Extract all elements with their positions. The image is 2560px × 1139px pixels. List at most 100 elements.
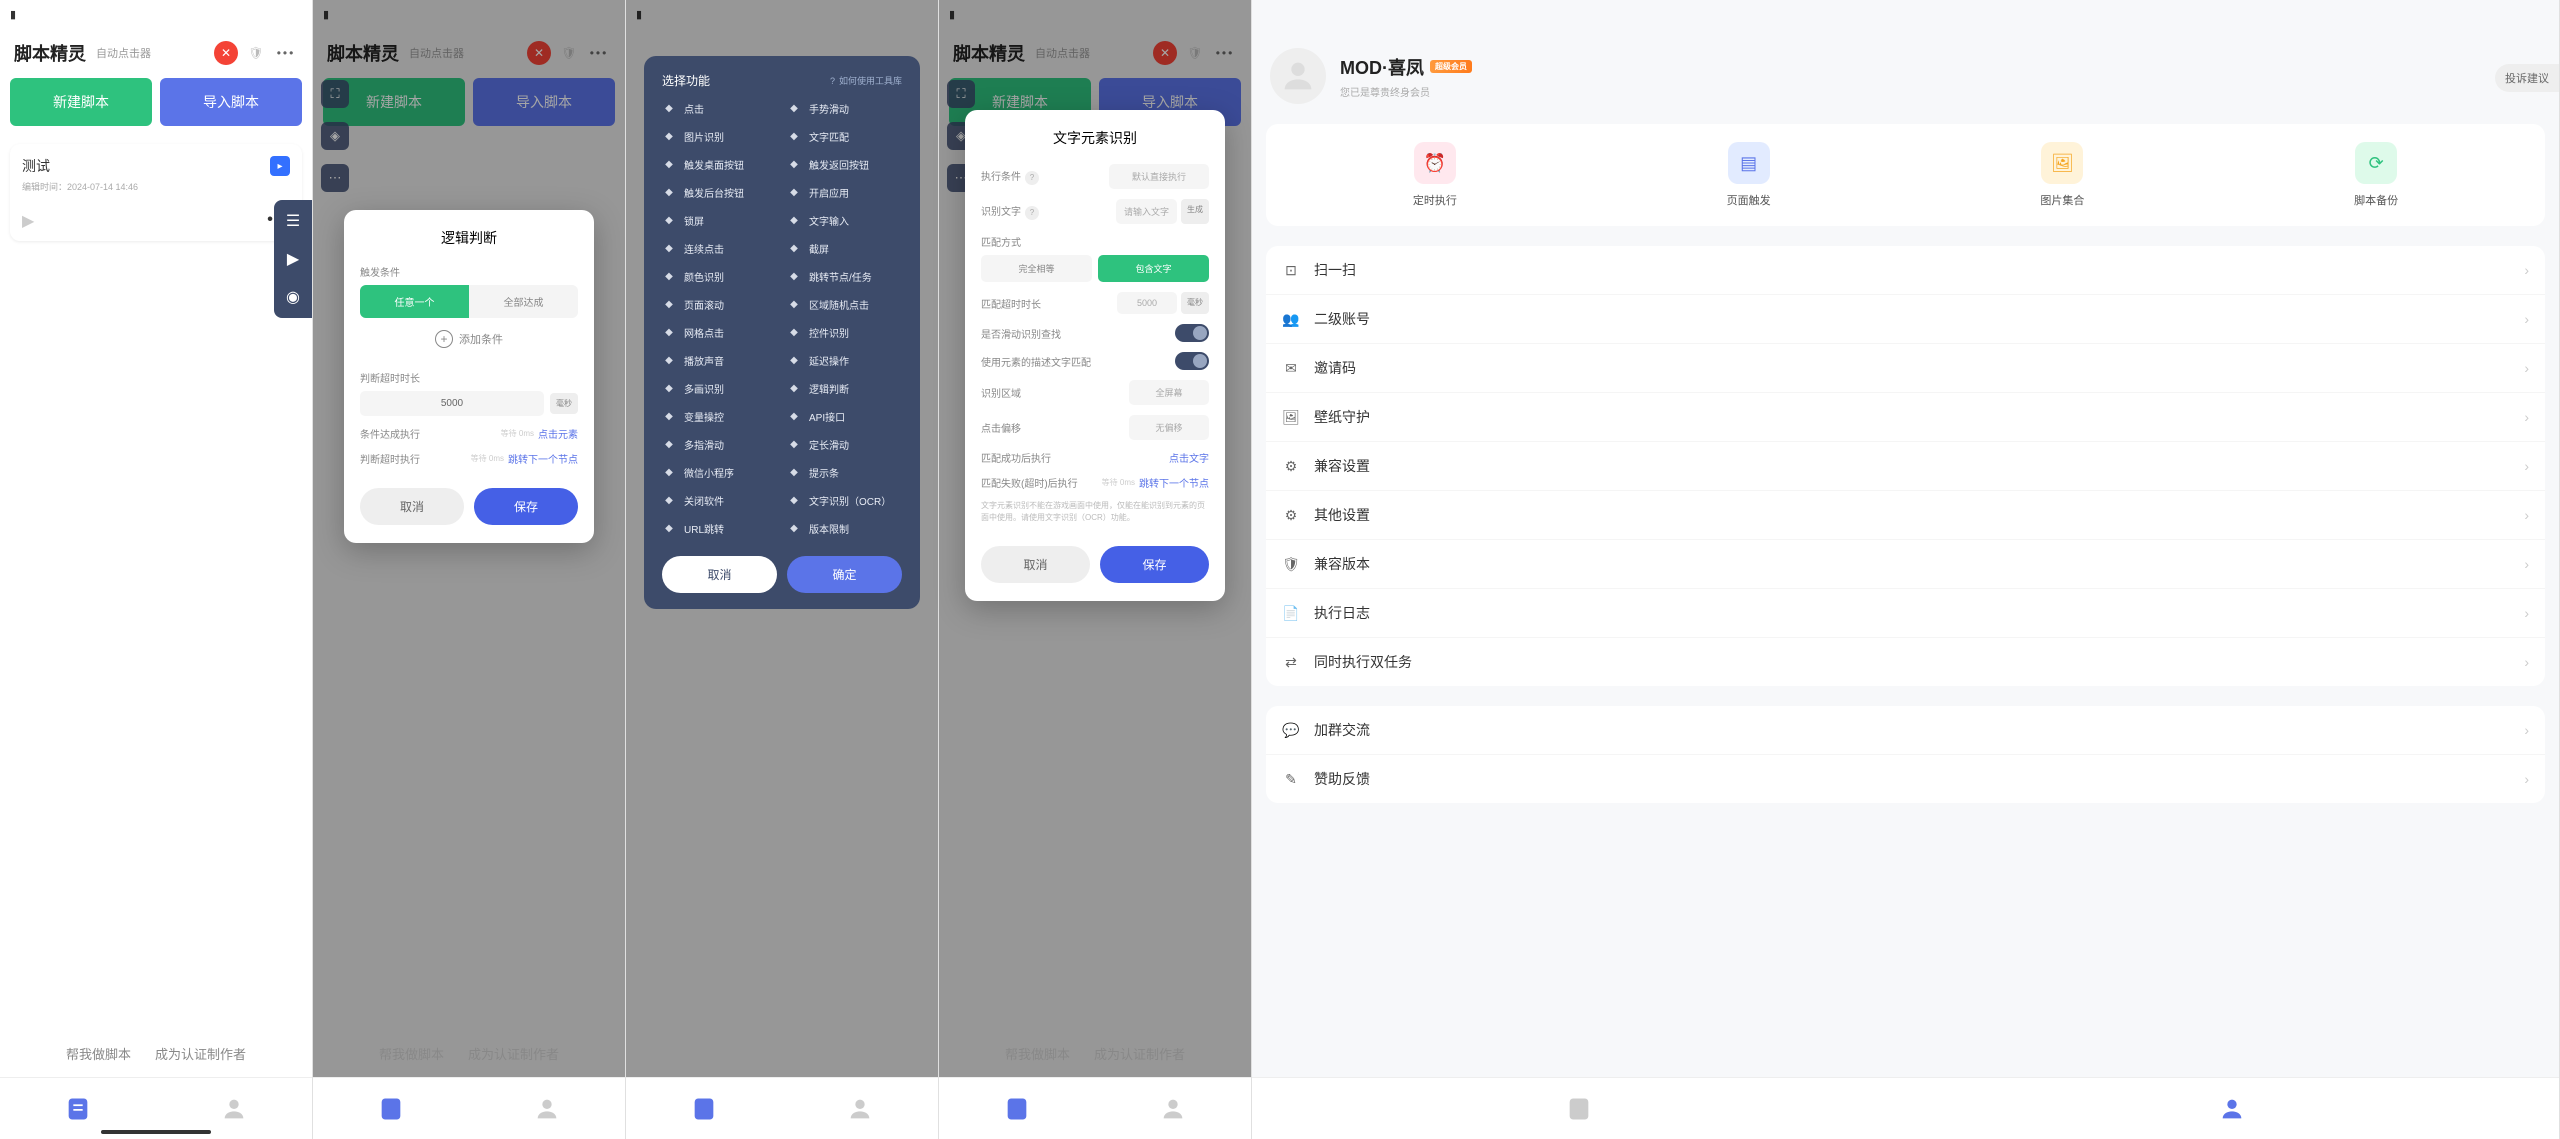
fn-icon: ◆ <box>662 102 676 116</box>
script-card[interactable]: 测试 编辑时间：2024-07-14 14:46 ▸ ▶ ••• <box>10 144 302 241</box>
feedback-button[interactable]: 投诉建议 <box>2495 64 2559 92</box>
fn-item[interactable]: ◆API接口 <box>787 409 902 424</box>
fn-item[interactable]: ◆关闭软件 <box>662 493 777 508</box>
fn-icon: ◆ <box>662 298 676 312</box>
feature-backup[interactable]: ⟳脚本备份 <box>2219 142 2533 208</box>
play-icon[interactable]: ▶ <box>22 211 40 229</box>
fn-item[interactable]: ◆文字输入 <box>787 213 902 228</box>
avatar[interactable] <box>1270 48 1326 104</box>
fn-item[interactable]: ◆手势滑动 <box>787 101 902 116</box>
offset-select[interactable]: 无偏移 <box>1129 415 1209 440</box>
fn-item[interactable]: ◆多画识别 <box>662 381 777 396</box>
menu-icon: 🛡 <box>1282 555 1300 573</box>
fn-icon: ◆ <box>787 354 801 368</box>
fn-help-link[interactable]: ?如何使用工具库 <box>830 74 902 87</box>
fn-item[interactable]: ◆提示条 <box>787 465 902 480</box>
fn-item[interactable]: ◆播放声音 <box>662 353 777 368</box>
fn-icon: ◆ <box>787 494 801 508</box>
cancel-button[interactable]: 取消 <box>981 546 1090 583</box>
record-icon[interactable]: ◉ <box>282 286 304 308</box>
fn-item[interactable]: ◆延迟操作 <box>787 353 902 368</box>
menu-item[interactable]: 👥二级账号› <box>1266 295 2545 344</box>
tab-profile[interactable] <box>1906 1078 2560 1139</box>
fn-item[interactable]: ◆页面滚动 <box>662 297 777 312</box>
fn-item[interactable]: ◆URL跳转 <box>662 521 777 536</box>
add-condition-button[interactable]: + 添加条件 <box>360 318 578 360</box>
on-success-action[interactable]: 点击文字 <box>1169 450 1209 465</box>
menu-item[interactable]: ✉邀请码› <box>1266 344 2545 393</box>
fn-item[interactable]: ◆跳转节点/任务 <box>787 269 902 284</box>
menu-item[interactable]: ⚙其他设置› <box>1266 491 2545 540</box>
fn-item[interactable]: ◆逻辑判断 <box>787 381 902 396</box>
generate-button[interactable]: 生成 <box>1181 199 1209 224</box>
fn-item[interactable]: ◆文字匹配 <box>787 129 902 144</box>
fn-item[interactable]: ◆截屏 <box>787 241 902 256</box>
fn-item[interactable]: ◆定长滑动 <box>787 437 902 452</box>
use-desc-toggle[interactable] <box>1175 352 1209 370</box>
menu-item[interactable]: 💬加群交流› <box>1266 706 2545 755</box>
fn-item[interactable]: ◆变量操控 <box>662 409 777 424</box>
menu-item[interactable]: ⊡扫一扫› <box>1266 246 2545 295</box>
save-button[interactable]: 保存 <box>474 488 578 525</box>
exec-cond-input[interactable]: 默认直接执行 <box>1109 164 1209 189</box>
scroll-find-toggle[interactable] <box>1175 324 1209 342</box>
fn-item[interactable]: ◆点击 <box>662 101 777 116</box>
fn-item[interactable]: ◆区域随机点击 <box>787 297 902 312</box>
menu-icon: 💬 <box>1282 721 1300 739</box>
fn-item[interactable]: ◆锁屏 <box>662 213 777 228</box>
rec-text-input[interactable]: 请输入文字 <box>1116 199 1177 224</box>
on-timeout-action[interactable]: 等待 0ms跳转下一个节点 <box>471 451 578 466</box>
cancel-button[interactable]: 取消 <box>360 488 464 525</box>
feature-page-trigger[interactable]: ▤页面触发 <box>1592 142 1906 208</box>
fn-item[interactable]: ◆颜色识别 <box>662 269 777 284</box>
on-pass-action[interactable]: 等待 0ms点击元素 <box>501 426 578 441</box>
menu-icon: ✎ <box>1282 770 1300 788</box>
play-big-icon[interactable]: ▶ <box>282 248 304 270</box>
menu-item[interactable]: 🛡兼容版本› <box>1266 540 2545 589</box>
author-link[interactable]: 成为认证制作者 <box>155 1044 246 1063</box>
list-icon[interactable]: ☰ <box>282 210 304 232</box>
match-timeout-input[interactable]: 5000 <box>1117 292 1177 314</box>
on-fail-action[interactable]: 等待 0ms跳转下一个节点 <box>1102 475 1209 490</box>
menu-item[interactable]: ⚙兼容设置› <box>1266 442 2545 491</box>
fn-item[interactable]: ◆多指滑动 <box>662 437 777 452</box>
help-link[interactable]: 帮我做脚本 <box>66 1044 131 1063</box>
area-select[interactable]: 全屏幕 <box>1129 380 1209 405</box>
save-button[interactable]: 保存 <box>1100 546 1209 583</box>
timeout-input[interactable]: 5000 <box>360 391 544 416</box>
menu-list-1: ⊡扫一扫›👥二级账号›✉邀请码›🖼壁纸守护›⚙兼容设置›⚙其他设置›🛡兼容版本›… <box>1266 246 2545 686</box>
fn-item[interactable]: ◆控件识别 <box>787 325 902 340</box>
fn-item[interactable]: ◆图片识别 <box>662 129 777 144</box>
menu-item[interactable]: ⇄同时执行双任务› <box>1266 638 2545 686</box>
fn-item[interactable]: ◆网格点击 <box>662 325 777 340</box>
feature-image-set[interactable]: 🖼图片集合 <box>1906 142 2220 208</box>
fn-item[interactable]: ◆触发后台按钮 <box>662 185 777 200</box>
menu-item[interactable]: ✎赞助反馈› <box>1266 755 2545 803</box>
feature-timer[interactable]: ⏰定时执行 <box>1278 142 1592 208</box>
modal-title: 逻辑判断 <box>360 228 578 248</box>
menu-item[interactable]: 🖼壁纸守护› <box>1266 393 2545 442</box>
fn-item[interactable]: ◆微信小程序 <box>662 465 777 480</box>
trigger-segmented[interactable]: 任意一个 全部达成 <box>360 285 578 318</box>
fn-icon: ◆ <box>787 102 801 116</box>
menu-icon: 📄 <box>1282 604 1300 622</box>
fn-item[interactable]: ◆触发桌面按钮 <box>662 157 777 172</box>
fn-item[interactable]: ◆开启应用 <box>787 185 902 200</box>
shield-icon[interactable]: 🛡 <box>244 41 268 65</box>
fn-item[interactable]: ◆触发返回按钮 <box>787 157 902 172</box>
match-contains[interactable]: 包含文字 <box>1098 255 1209 282</box>
fn-icon: ◆ <box>662 158 676 172</box>
fn-item[interactable]: ◆版本限制 <box>787 521 902 536</box>
fn-item[interactable]: ◆文字识别（OCR） <box>787 493 902 508</box>
close-icon[interactable]: ✕ <box>214 41 238 65</box>
menu-item[interactable]: 📄执行日志› <box>1266 589 2545 638</box>
tab-scripts[interactable] <box>1252 1078 1906 1139</box>
ok-button[interactable]: 确定 <box>787 556 902 593</box>
fn-item[interactable]: ◆连续点击 <box>662 241 777 256</box>
import-script-button[interactable]: 导入脚本 <box>160 78 302 126</box>
cancel-button[interactable]: 取消 <box>662 556 777 593</box>
fn-icon: ◆ <box>787 382 801 396</box>
match-exact[interactable]: 完全相等 <box>981 255 1092 282</box>
new-script-button[interactable]: 新建脚本 <box>10 78 152 126</box>
more-icon[interactable]: ••• <box>274 41 298 65</box>
